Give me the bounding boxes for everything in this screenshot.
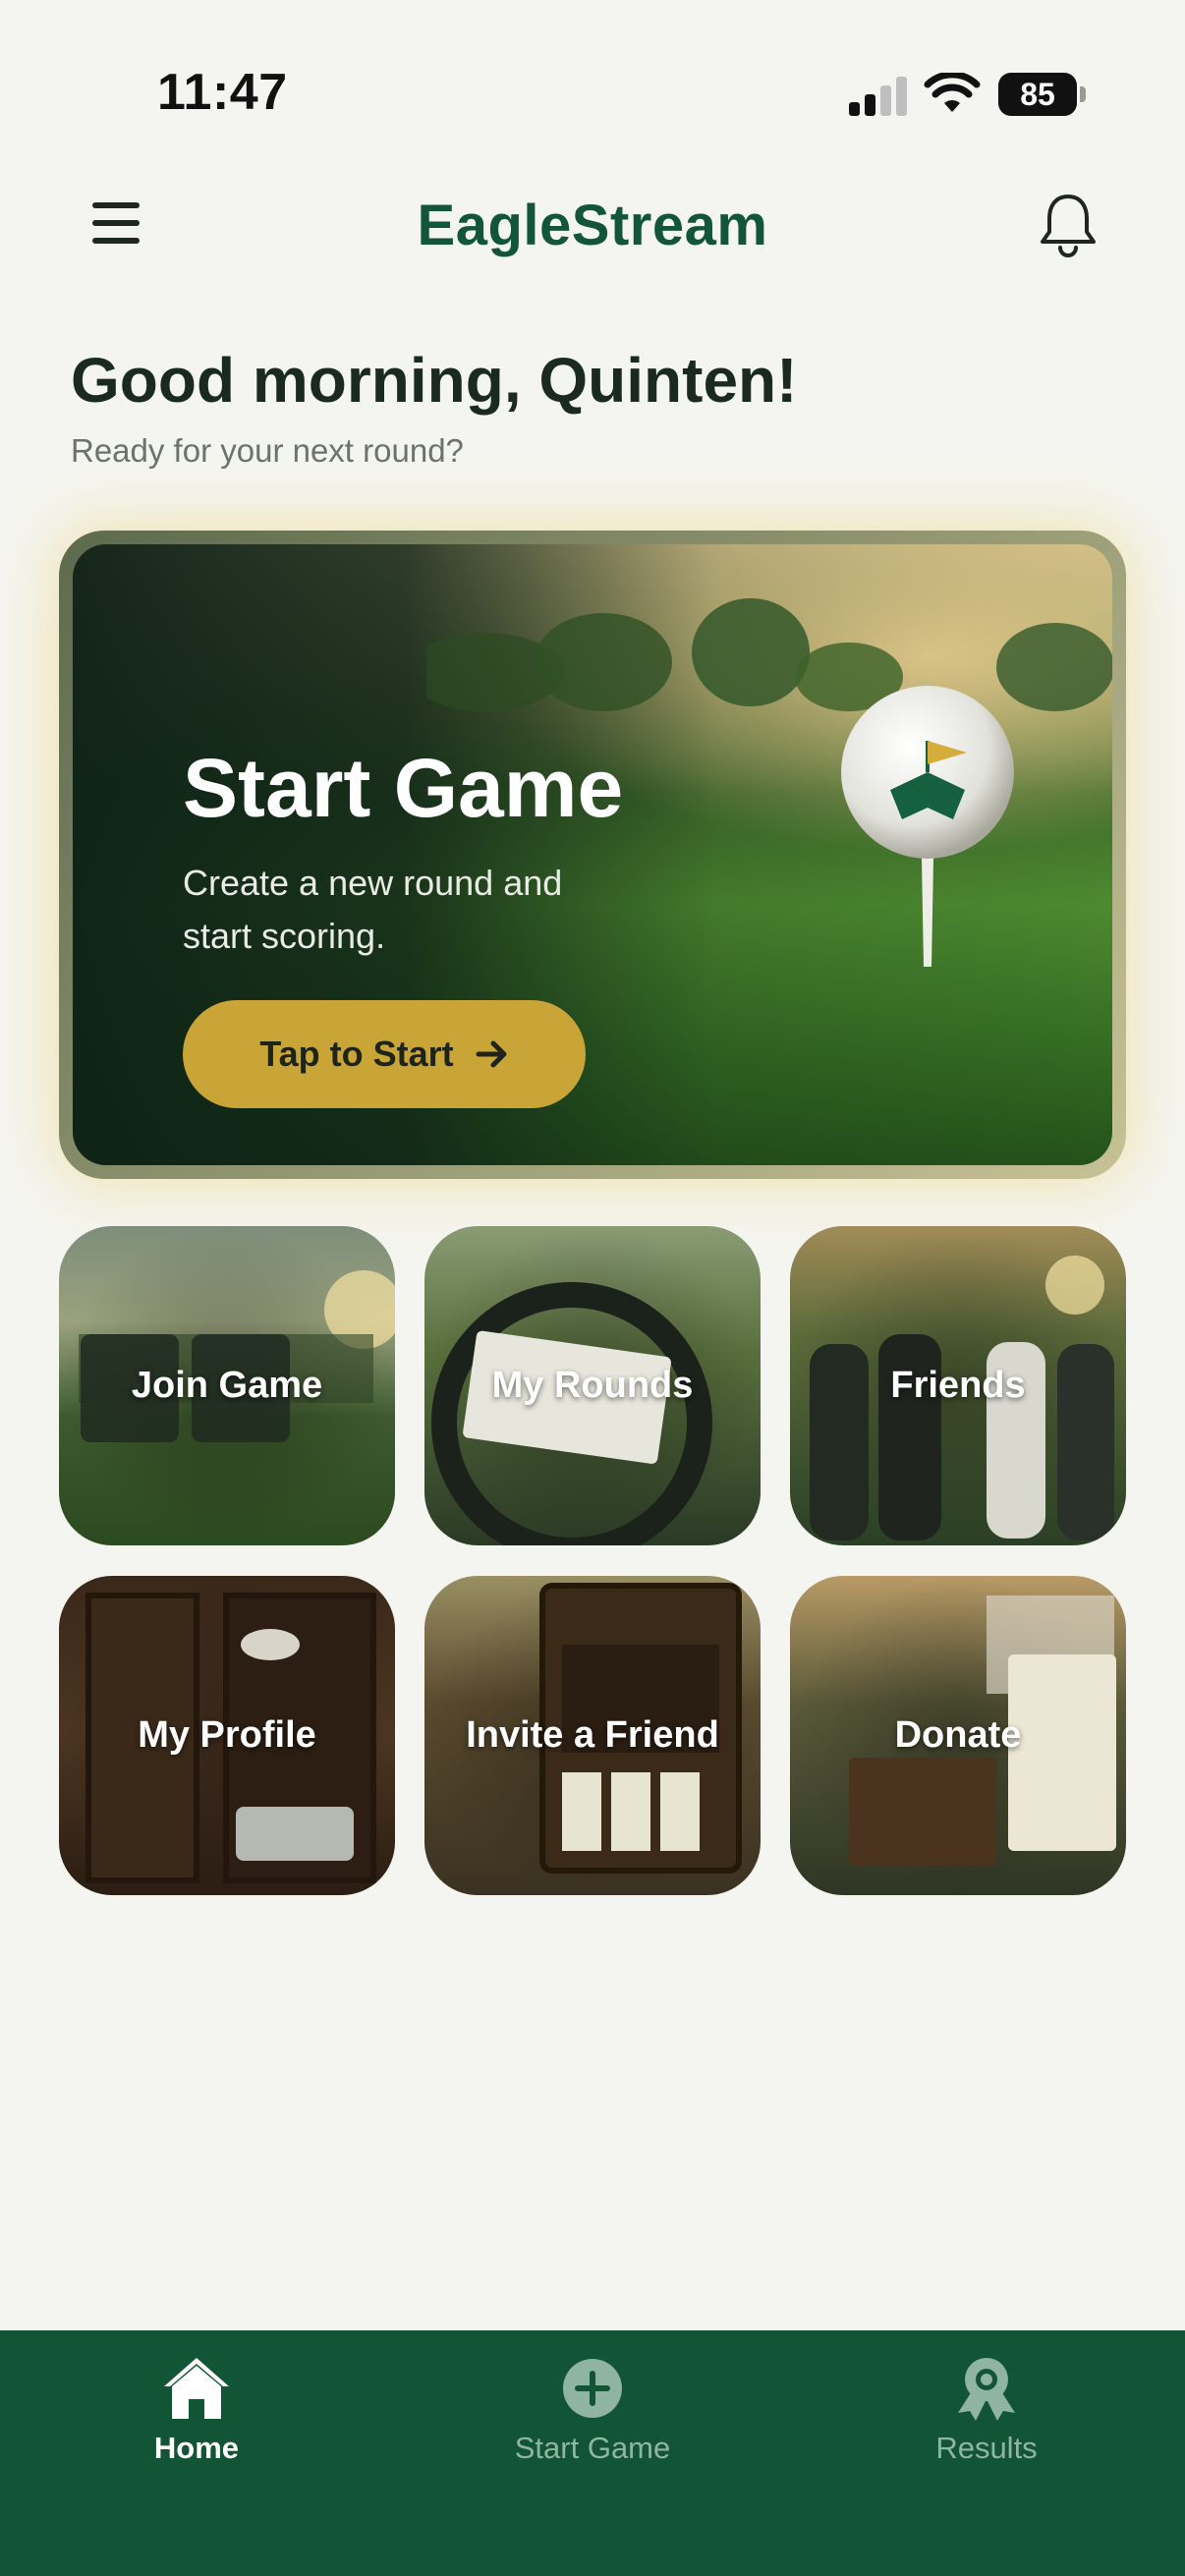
tile-label: Invite a Friend — [466, 1714, 719, 1756]
nav-item-home[interactable]: Home — [49, 2354, 344, 2472]
app-title: EagleStream — [417, 194, 768, 257]
bottom-navigation: Home Start Game Results — [0, 2330, 1185, 2576]
start-game-title: Start Game — [183, 742, 624, 834]
tap-to-start-button[interactable]: Tap to Start — [183, 1000, 586, 1108]
bell-icon[interactable] — [1034, 191, 1102, 261]
friends-tile[interactable]: Friends — [790, 1226, 1126, 1545]
join-game-tile[interactable]: Join Game — [59, 1226, 395, 1545]
award-ribbon-icon — [958, 2358, 1015, 2421]
wifi-icon — [924, 73, 981, 112]
donate-tile[interactable]: Donate — [790, 1576, 1126, 1895]
nav-label-home: Home — [153, 2431, 240, 2465]
tile-label: My Rounds — [491, 1365, 694, 1406]
golf-ball-on-tee-illustration — [841, 686, 1014, 967]
app-header: EagleStream — [0, 167, 1185, 285]
tap-to-start-label: Tap to Start — [259, 1034, 454, 1074]
status-bar: 11:47 85 — [0, 0, 1185, 167]
nav-item-results[interactable]: Results — [839, 2354, 1134, 2472]
greeting-title: Good morning, Quinten! — [71, 345, 798, 416]
tile-label: Friends — [890, 1365, 1026, 1406]
status-time: 11:47 — [157, 64, 288, 121]
nav-item-start-game[interactable]: Start Game — [445, 2354, 740, 2472]
invite-friend-tile[interactable]: Invite a Friend — [424, 1576, 761, 1895]
start-game-description: Create a new round and start scoring. — [183, 863, 563, 956]
battery-indicator: 85 — [998, 73, 1086, 116]
home-icon — [164, 2358, 229, 2419]
tile-label: Donate — [894, 1714, 1022, 1756]
greeting-subtitle: Ready for your next round? — [71, 432, 464, 469]
tile-label: My Profile — [138, 1714, 316, 1756]
arrow-right-icon — [476, 1040, 507, 1068]
nav-label-start-game: Start Game — [514, 2431, 671, 2465]
nav-label-results: Results — [935, 2431, 1038, 2465]
plus-circle-icon — [563, 2359, 622, 2418]
my-rounds-tile[interactable]: My Rounds — [424, 1226, 761, 1545]
my-profile-tile[interactable]: My Profile — [59, 1576, 395, 1895]
start-game-card-image: Start Game Create a new round and start … — [73, 544, 1112, 1165]
cellular-signal-icon — [849, 75, 908, 116]
tile-label: Join Game — [131, 1365, 323, 1406]
start-game-card[interactable]: Start Game Create a new round and start … — [59, 531, 1126, 1179]
